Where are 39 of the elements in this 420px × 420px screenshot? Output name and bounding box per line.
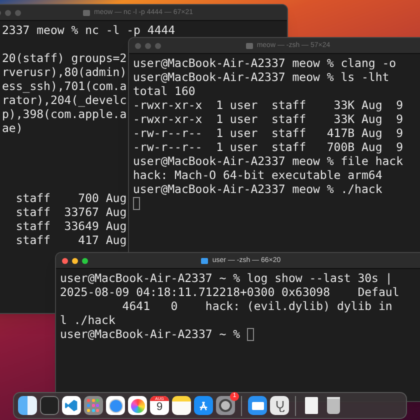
terminal-line: user@MacBook-Air-A2337 ~ % (60, 327, 240, 341)
terminal-line: ess_ssh),701(com.a (2, 79, 127, 93)
terminal-line: hack: Mach-O 64-bit executable arm64 (133, 168, 382, 182)
letter-a-icon[interactable] (194, 396, 213, 415)
document-icon[interactable] (302, 396, 321, 415)
terminal-line: p),398(com.apple.a (2, 107, 127, 121)
terminal-line: user@MacBook-Air-A2337 meow % clang -o (133, 56, 396, 70)
terminal-line: staff 417 Aug (14, 233, 127, 247)
folder-icon (201, 258, 208, 264)
terminal-line: total 160 (133, 84, 196, 98)
envelope-icon[interactable] (248, 396, 267, 415)
terminal-line: user@MacBook-Air-A2337 meow % ls -lht (133, 70, 390, 84)
terminal-line: user@MacBook-Air-A2337 meow % ./hack (133, 182, 382, 196)
terminal-line: staff 33649 Aug (14, 219, 127, 233)
terminal-line: -rwxr-xr-x 1 user staff 33K Aug 9 (133, 98, 404, 112)
terminal-line: rverusr),80(admin) (2, 65, 127, 79)
terminal-line: 2025-08-09 04:18:11.712218+0300 0x63098 Defaul (60, 285, 400, 299)
grid-icon[interactable] (84, 396, 103, 415)
terminal-line: 4641 0 hack: (evil.dylib) dylib in (121, 299, 392, 313)
trash-icon[interactable] (324, 396, 343, 415)
terminal-line: rator),204(_develc (2, 93, 127, 107)
calendar-day: 9 (156, 401, 163, 414)
terminal-line: user@MacBook-Air-A2337 meow % file hack (133, 154, 404, 168)
terminal-line: -rw-r--r-- 1 user staff 700B Aug 9 (133, 140, 404, 154)
terminal-line: ae) (2, 121, 23, 135)
terminal-line: l ./hack (60, 313, 116, 327)
stethoscope-icon[interactable] (270, 396, 289, 415)
folder-icon (246, 42, 253, 48)
terminal-line: staff 700 Aug (14, 191, 127, 205)
folder-icon (82, 10, 90, 16)
code-icon[interactable] (62, 396, 81, 415)
terminal-line: staff 33767 Aug (14, 205, 127, 219)
terminal-line: -rwxr-xr-x 1 user staff 33K Aug 9 (133, 112, 404, 126)
notepad-icon[interactable] (172, 396, 191, 415)
terminal-icon[interactable] (40, 396, 59, 415)
terminal-line: -rw-r--r-- 1 user staff 417B Aug 9 (133, 126, 404, 140)
terminal-line: user@MacBook-Air-A2337 ~ % log show --last 30s | (60, 271, 392, 285)
terminal-line: 20(staff) groups=2 (2, 51, 127, 65)
terminal-line: 2337 meow % nc -l -p 4444 (2, 23, 176, 37)
